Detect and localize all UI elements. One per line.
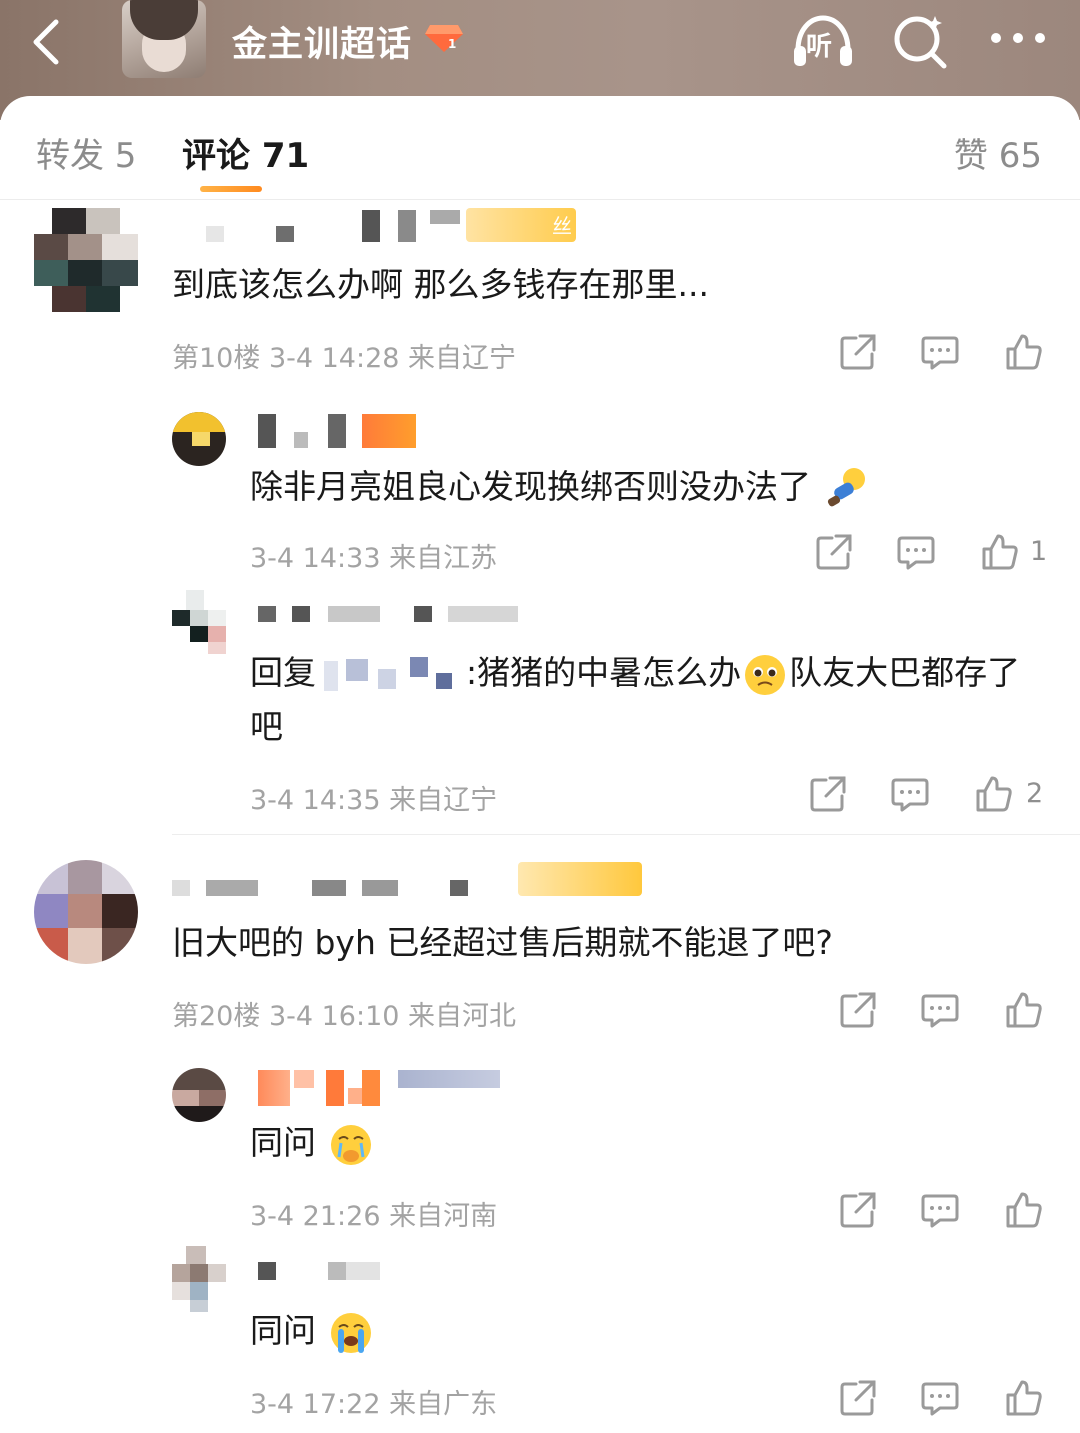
reply-text-content: 同问 xyxy=(250,1123,316,1162)
active-tab-indicator xyxy=(200,186,262,192)
reply-icon[interactable] xyxy=(920,990,960,1030)
diamond-badge-icon: 1 xyxy=(425,25,463,52)
divider xyxy=(0,199,1080,200)
reply-text-content: 除非月亮姐良心发现换绑否则没办法了 xyxy=(250,467,811,506)
reply-icon[interactable] xyxy=(920,332,960,372)
reply-text: 同问 xyxy=(250,1116,375,1170)
share-icon[interactable] xyxy=(808,774,848,814)
tab-likes[interactable]: 赞 65 xyxy=(954,128,1042,177)
avatar[interactable] xyxy=(172,412,226,466)
crying-face-emoji-icon xyxy=(330,1124,371,1165)
reply-icon[interactable] xyxy=(896,532,936,572)
username-blurred[interactable] xyxy=(258,412,428,448)
listen-label: 听 xyxy=(806,32,833,62)
reply-text: 同问 xyxy=(250,1304,375,1358)
reply-mid: :猪猪的中暑怎么办 xyxy=(466,653,742,692)
like-count: 2 xyxy=(1026,778,1044,809)
like-icon[interactable] xyxy=(1004,1190,1044,1230)
reply-text-content: 同问 xyxy=(250,1311,316,1350)
username-blurred[interactable] xyxy=(258,1258,388,1294)
avatar[interactable] xyxy=(172,1068,226,1122)
avatar[interactable] xyxy=(172,1246,226,1312)
svg-text:1: 1 xyxy=(448,37,456,51)
like-count: 1 xyxy=(1030,536,1048,567)
like-icon[interactable] xyxy=(1004,332,1044,372)
reply-meta: 3-4 14:35 来自辽宁 xyxy=(250,785,498,816)
reply-meta: 3-4 21:26 来自河南 xyxy=(250,1201,498,1232)
reply-text: 除非月亮姐良心发现换绑否则没办法了 xyxy=(250,460,870,514)
reply-meta: 3-4 14:33 来自江苏 xyxy=(250,543,498,574)
loudly-crying-emoji-icon xyxy=(330,1312,371,1353)
reply-meta: 3-4 17:22 来自广东 xyxy=(250,1389,498,1420)
supertopic-title[interactable]: 金主训超话 xyxy=(232,16,412,67)
like-icon[interactable] xyxy=(980,532,1020,572)
share-icon[interactable] xyxy=(814,532,854,572)
share-icon[interactable] xyxy=(838,332,878,372)
share-icon[interactable] xyxy=(838,1378,878,1418)
fainting-emoji-icon xyxy=(827,467,865,506)
comment-meta: 第20楼 3-4 16:10 来自河北 xyxy=(172,1001,517,1032)
avatar[interactable] xyxy=(34,208,138,312)
mention-blurred[interactable] xyxy=(316,655,466,695)
avatar[interactable] xyxy=(172,590,226,654)
username-blurred[interactable]: 丝 xyxy=(196,206,596,242)
reply-icon[interactable] xyxy=(890,774,930,814)
tab-repost[interactable]: 转发 5 xyxy=(36,128,136,177)
pleading-face-emoji-icon xyxy=(745,654,786,695)
supertopic-avatar[interactable] xyxy=(122,0,206,78)
like-icon[interactable] xyxy=(1004,990,1044,1030)
fan-badge-text: 丝 xyxy=(552,214,572,238)
comment-meta: 第10楼 3-4 14:28 来自辽宁 xyxy=(172,343,517,374)
share-icon[interactable] xyxy=(838,990,878,1030)
reply-icon[interactable] xyxy=(920,1190,960,1230)
comment-text: 到底该怎么办啊 那么多钱存在那里... xyxy=(172,265,709,304)
username-blurred[interactable] xyxy=(258,598,528,634)
reply-text: 回复 :猪猪的中暑怎么办 队友大巴都存了吧 xyxy=(250,646,1030,754)
like-icon[interactable] xyxy=(1004,1378,1044,1418)
username-blurred[interactable] xyxy=(172,862,652,898)
like-icon[interactable] xyxy=(974,774,1014,814)
comment-text: 旧大吧的 byh 已经超过售后期就不能退了吧? xyxy=(172,923,833,962)
more-icon[interactable] xyxy=(988,28,1048,48)
avatar[interactable] xyxy=(34,860,138,964)
search-icon[interactable] xyxy=(890,10,950,70)
tab-comments[interactable]: 评论 71 xyxy=(182,128,309,177)
back-arrow-icon[interactable] xyxy=(24,14,74,68)
reply-prefix: 回复 xyxy=(250,653,316,692)
reply-icon[interactable] xyxy=(920,1378,960,1418)
share-icon[interactable] xyxy=(838,1190,878,1230)
username-blurred[interactable] xyxy=(258,1068,508,1106)
divider xyxy=(172,834,1080,835)
